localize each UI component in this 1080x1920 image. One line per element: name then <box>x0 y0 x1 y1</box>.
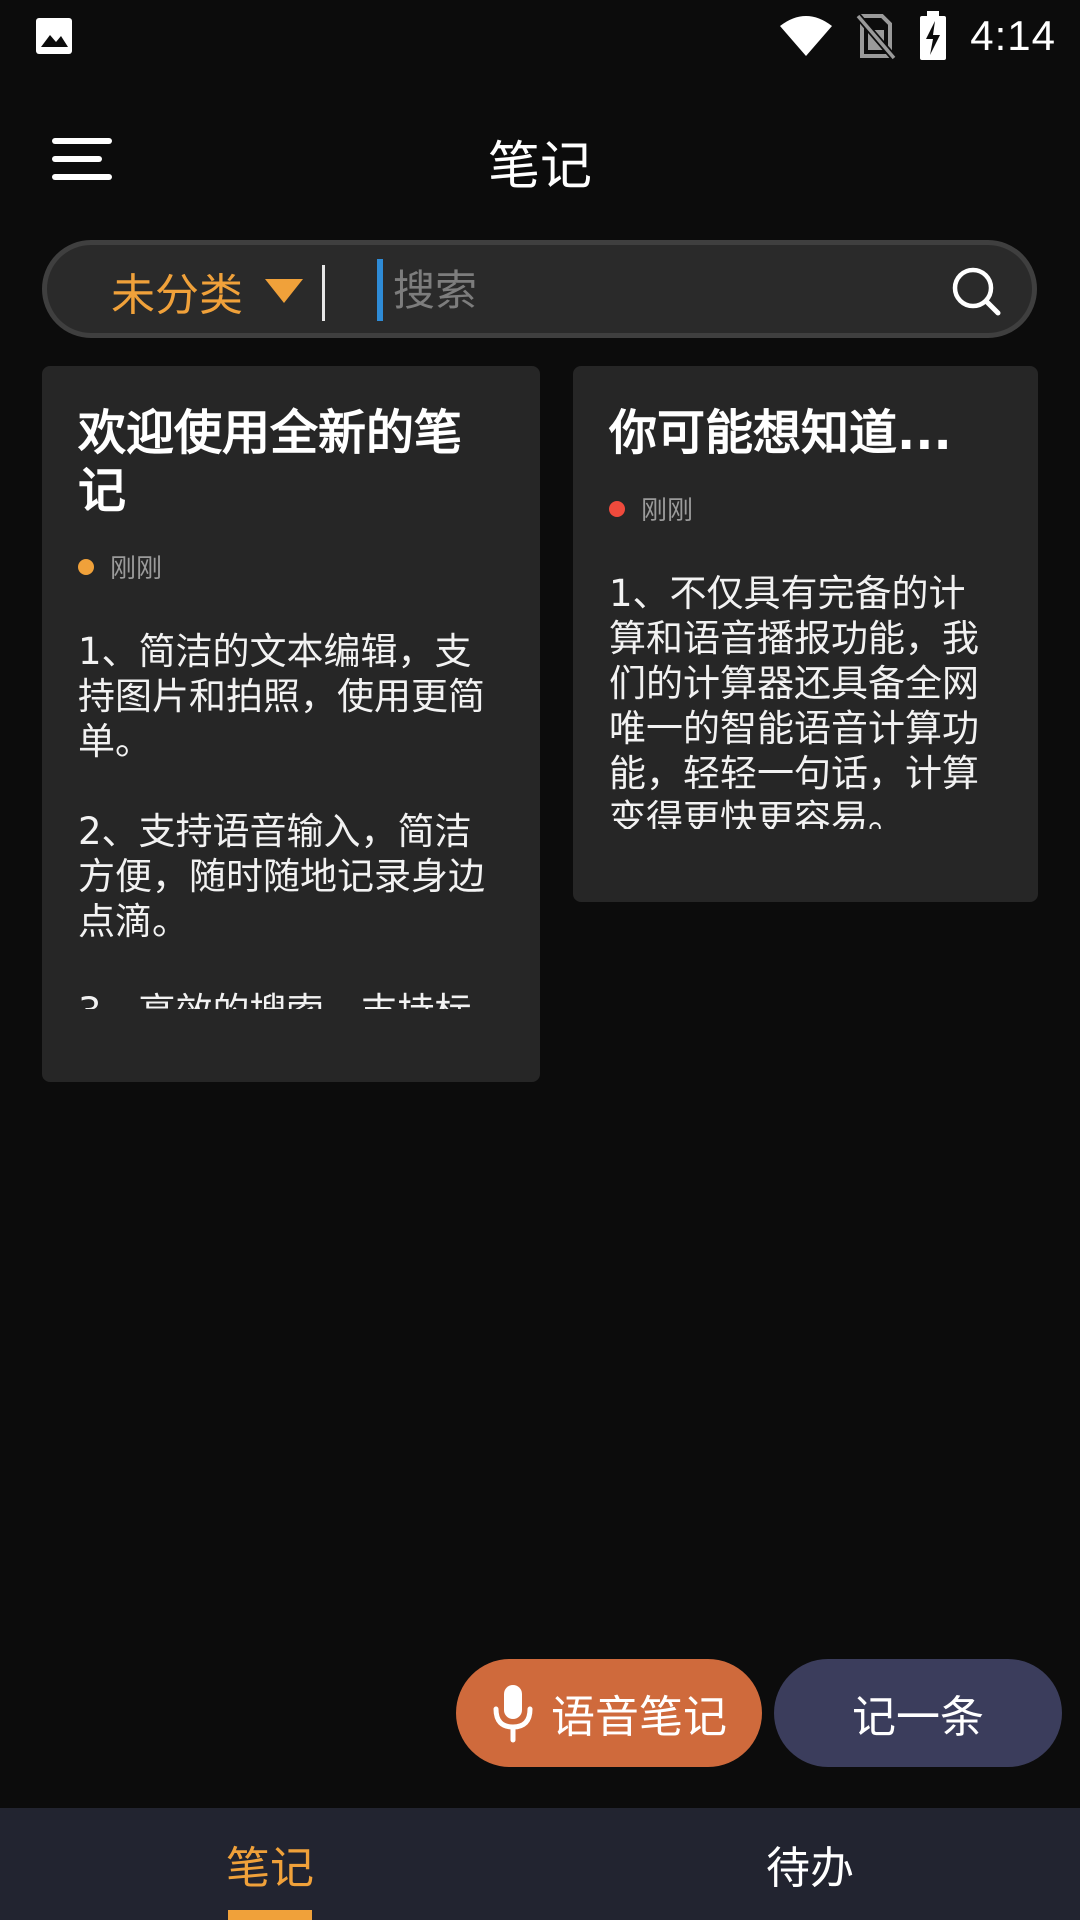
category-label: 未分类 <box>111 270 243 321</box>
note-meta: 刚刚 <box>78 548 504 585</box>
wifi-icon <box>780 16 833 56</box>
note-title: 欢迎使用全新的笔记 <box>78 405 463 519</box>
note-card[interactable]: 欢迎使用全新的笔记 刚刚 1、简洁的文本编辑，支持图片和拍照，使用更简单。 2、… <box>42 366 540 1082</box>
note-time: 刚刚 <box>110 554 163 584</box>
page-title: 笔记 <box>487 137 592 197</box>
search-icon[interactable] <box>950 265 1002 317</box>
caret-down-icon <box>265 279 303 303</box>
note-body: 1、简洁的文本编辑，支持图片和拍照，使用更简单。 2、支持语音输入，简洁方便，随… <box>78 630 485 1009</box>
search-divider <box>322 265 325 321</box>
app-bar: 笔记 <box>0 100 1080 212</box>
tab-todo-label: 待办 <box>766 1843 854 1894</box>
voice-note-label: 语音笔记 <box>551 1692 727 1743</box>
status-time: 4:14 <box>970 12 1056 59</box>
note-meta: 刚刚 <box>609 490 1002 527</box>
note-title: 你可能想知道... <box>609 405 952 461</box>
status-bar: 4:14 <box>0 0 1080 72</box>
new-note-label: 记一条 <box>852 1692 984 1743</box>
category-dropdown[interactable]: 未分类 <box>111 261 303 321</box>
note-status-dot <box>609 500 625 517</box>
note-status-dot <box>78 558 94 575</box>
image-icon <box>36 18 72 54</box>
tab-notes[interactable]: 笔记 <box>0 1808 540 1920</box>
no-sim-icon <box>856 13 897 60</box>
note-time: 刚刚 <box>641 496 694 526</box>
search-bar: 未分类 <box>42 240 1037 338</box>
microphone-icon <box>493 1685 533 1743</box>
battery-charging-icon <box>920 11 947 60</box>
bottom-nav: 笔记 待办 <box>0 1808 1080 1920</box>
search-input[interactable] <box>377 259 953 321</box>
new-note-button[interactable]: 记一条 <box>774 1659 1062 1767</box>
voice-note-button[interactable]: 语音笔记 <box>456 1659 762 1767</box>
note-card[interactable]: 你可能想知道... 刚刚 1、不仅具有完备的计算和语音播报功能，我们的计算器还具… <box>573 366 1038 902</box>
note-body: 1、不仅具有完备的计算和语音播报功能，我们的计算器还具备全网唯一的智能语音计算功… <box>609 572 979 829</box>
active-tab-indicator <box>228 1910 312 1920</box>
tab-notes-label: 笔记 <box>226 1843 314 1894</box>
tab-todo[interactable]: 待办 <box>540 1808 1080 1920</box>
